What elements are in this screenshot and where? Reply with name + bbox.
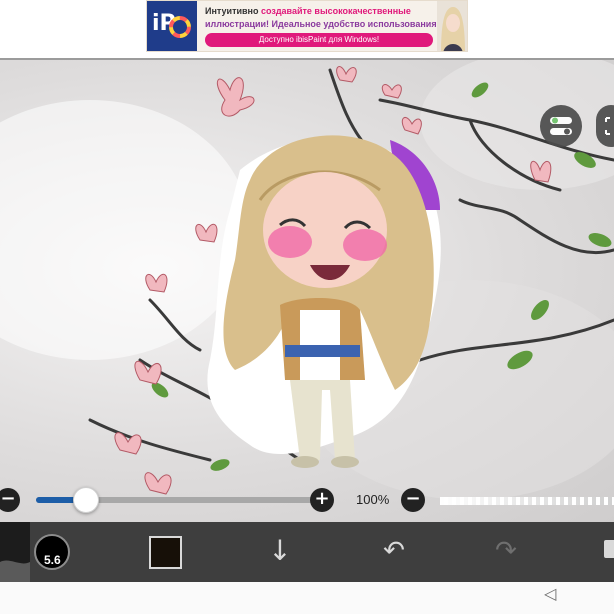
opacity-slider[interactable] xyxy=(440,497,614,505)
ad-headline: Интуитивно создавайте высококачественные xyxy=(205,6,411,16)
opacity-decrease-label: − xyxy=(405,488,421,509)
ibispaint-screen: iP Интуитивно создавайте высококачествен… xyxy=(0,0,614,614)
artwork-illustration xyxy=(0,60,614,500)
brush-size-label: 5.6 xyxy=(44,553,61,567)
ad-headline-text: Интуитивно xyxy=(205,6,261,16)
ad-subline: иллюстрации! Идеальное удобство использо… xyxy=(205,19,440,29)
brush-size-increase-button[interactable]: + xyxy=(310,488,334,512)
opacity-decrease-button[interactable]: − xyxy=(401,488,425,512)
ad-character-image xyxy=(437,1,467,51)
increase-label: + xyxy=(314,488,330,509)
ad-cta-button[interactable]: Доступно ibisPaint для Windows! xyxy=(205,33,433,47)
redo-icon[interactable]: ↷ xyxy=(488,536,524,566)
system-navigation-bar xyxy=(0,582,614,614)
toolbar-artwork-edge xyxy=(0,522,30,582)
layers-toggle-button[interactable] xyxy=(540,105,582,147)
ad-headline-highlight: создавайте высококачественные xyxy=(260,6,411,16)
opacity-value-label: 100% xyxy=(356,492,390,507)
fullscreen-button[interactable] xyxy=(596,105,614,147)
layers-toggle-icon xyxy=(550,117,572,135)
decrease-label: − xyxy=(0,488,16,509)
back-icon[interactable]: ◁ xyxy=(544,584,566,603)
current-color-swatch[interactable] xyxy=(149,536,182,569)
undo-icon[interactable]: ↶ xyxy=(376,536,412,566)
ibispaint-logo-icon: iP xyxy=(147,1,197,51)
fullscreen-icon xyxy=(605,117,610,135)
drawing-canvas[interactable] xyxy=(0,60,614,522)
ad-banner[interactable]: iP Интуитивно создавайте высококачествен… xyxy=(146,0,468,52)
color-wheel-icon xyxy=(169,16,191,38)
move-down-icon[interactable]: ↓ xyxy=(262,534,298,567)
screen-icon[interactable] xyxy=(604,540,614,558)
brush-size-slider-thumb[interactable] xyxy=(72,487,99,513)
